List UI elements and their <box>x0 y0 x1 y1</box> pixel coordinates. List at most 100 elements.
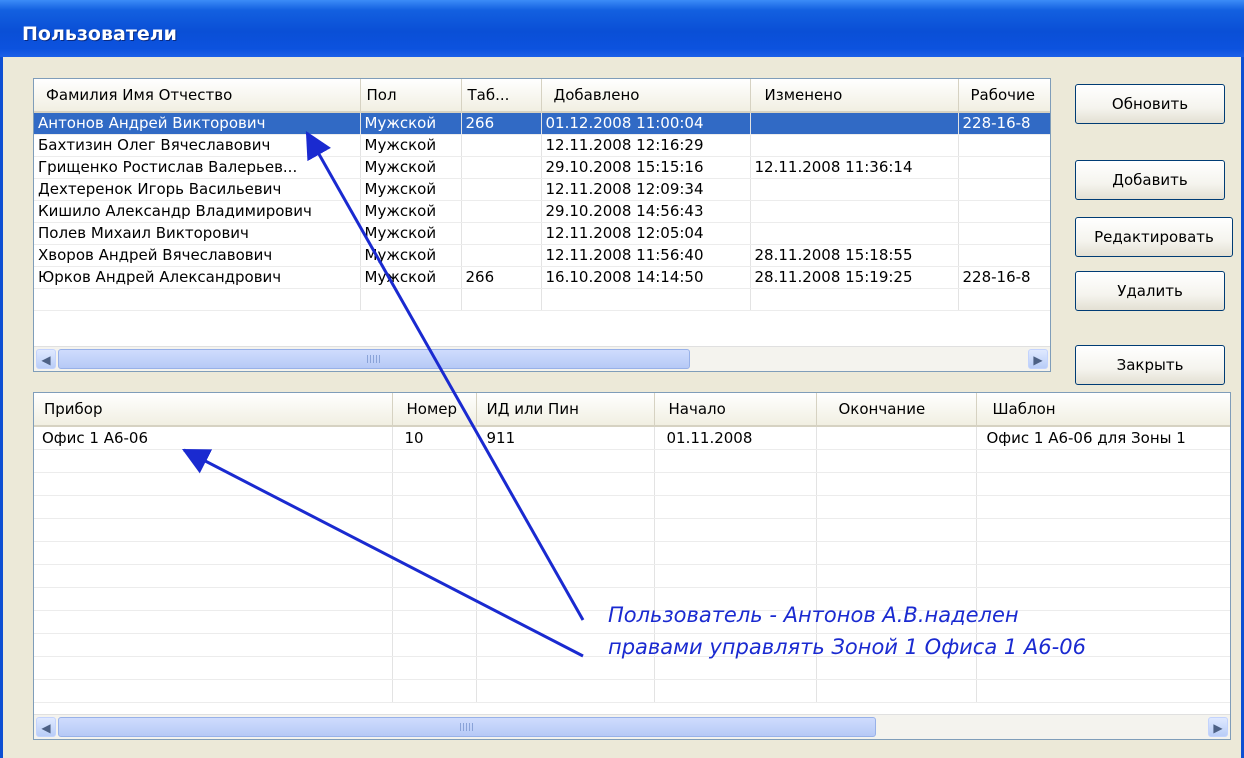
col-added[interactable]: Добавлено <box>541 79 751 113</box>
grip-icon <box>460 723 474 731</box>
delete-button[interactable]: Удалить <box>1075 271 1225 311</box>
user-tab <box>461 244 542 267</box>
add-button[interactable]: Добавить <box>1075 160 1225 200</box>
user-work <box>958 244 1050 267</box>
user-tab <box>461 156 542 179</box>
user-work <box>958 200 1050 223</box>
user-added: 12.11.2008 11:56:40 <box>541 244 751 267</box>
user-added: 16.10.2008 14:14:50 <box>541 266 751 289</box>
col-id-pin[interactable]: ИД или Пин <box>476 393 655 427</box>
device-row-empty <box>34 472 1230 496</box>
device-row-empty <box>34 564 1230 588</box>
user-work <box>958 222 1050 245</box>
user-row[interactable]: Антонов Андрей Викторович Мужской 266 01… <box>34 112 1050 135</box>
users-list[interactable]: Фамилия Имя Отчество Пол Таб... Добавлен… <box>33 78 1051 372</box>
user-changed <box>750 178 959 201</box>
user-tab <box>461 222 542 245</box>
devices-header-row: Прибор Номер ИД или Пин Начало Окончание… <box>34 393 1230 427</box>
user-work: 228-16-8 <box>958 112 1050 135</box>
user-name: Грищенко Ростислав Валерьев... <box>34 156 361 179</box>
chevron-left-icon[interactable]: ◀ <box>36 717 56 737</box>
col-fio[interactable]: Фамилия Имя Отчество <box>34 79 361 113</box>
user-changed <box>750 200 959 223</box>
user-work: 228-16-8 <box>958 266 1050 289</box>
user-row[interactable]: Юрков Андрей Александрович Мужской 266 1… <box>34 266 1050 289</box>
user-name: Бахтизин Олег Вячеславович <box>34 134 361 157</box>
user-sex: Мужской <box>360 266 462 289</box>
user-row[interactable]: Хворов Андрей Вячеславович Мужской 12.11… <box>34 244 1050 267</box>
user-sex: Мужской <box>360 178 462 201</box>
col-start[interactable]: Начало <box>654 393 817 427</box>
device-start: 01.11.2008 <box>654 426 817 450</box>
user-sex: Мужской <box>360 156 462 179</box>
col-tab[interactable]: Таб... <box>461 79 542 113</box>
users-hscrollbar[interactable]: ◀ ▶ <box>34 346 1050 371</box>
user-changed: 12.11.2008 11:36:14 <box>750 156 959 179</box>
device-template: Офис 1 А6-06 для Зоны 1 <box>976 426 1230 450</box>
user-added: 29.10.2008 15:15:16 <box>541 156 751 179</box>
user-added: 12.11.2008 12:16:29 <box>541 134 751 157</box>
devices-hscrollbar[interactable]: ◀ ▶ <box>34 714 1230 739</box>
grip-icon <box>367 355 381 363</box>
devices-list[interactable]: Прибор Номер ИД или Пин Начало Окончание… <box>33 392 1231 740</box>
user-row[interactable]: Полев Михаил Викторович Мужской 12.11.20… <box>34 222 1050 245</box>
users-window: Пользователи Фамилия Имя Отчество Пол Та… <box>0 0 1244 758</box>
users-header-row: Фамилия Имя Отчество Пол Таб... Добавлен… <box>34 79 1050 113</box>
refresh-button[interactable]: Обновить <box>1075 84 1225 124</box>
annotation-line-2: правами управлять Зоной 1 Офиса 1 А6-06 <box>608 635 1086 659</box>
chevron-right-icon[interactable]: ▶ <box>1028 349 1048 369</box>
chevron-right-icon[interactable]: ▶ <box>1208 717 1228 737</box>
window-title: Пользователи <box>22 23 177 45</box>
user-name: Полев Михаил Викторович <box>34 222 361 245</box>
user-added: 01.12.2008 11:00:04 <box>541 112 751 135</box>
user-work <box>958 134 1050 157</box>
annotation-text: Пользователь - Антонов А.В.наделен права… <box>608 599 1086 663</box>
device-row-empty <box>34 679 1230 703</box>
edit-button[interactable]: Редактировать <box>1075 217 1233 257</box>
users-scroll-thumb[interactable] <box>58 349 690 369</box>
user-sex: Мужской <box>360 134 462 157</box>
col-device[interactable]: Прибор <box>34 393 393 427</box>
user-row[interactable]: Дехтеренок Игорь Васильевич Мужской 12.1… <box>34 178 1050 201</box>
user-changed <box>750 222 959 245</box>
title-bar[interactable]: Пользователи <box>0 0 1244 57</box>
col-template[interactable]: Шаблон <box>976 393 1230 427</box>
devices-scroll-thumb[interactable] <box>58 717 876 737</box>
device-name: Офис 1 А6-06 <box>34 426 393 450</box>
user-work <box>958 156 1050 179</box>
user-work <box>958 178 1050 201</box>
col-sex[interactable]: Пол <box>360 79 462 113</box>
user-tab: 266 <box>461 266 542 289</box>
user-added: 12.11.2008 12:09:34 <box>541 178 751 201</box>
device-row-empty <box>34 518 1230 542</box>
user-changed <box>750 112 959 135</box>
device-end <box>816 426 977 450</box>
user-tab <box>461 178 542 201</box>
user-row[interactable]: Бахтизин Олег Вячеславович Мужской 12.11… <box>34 134 1050 157</box>
users-table: Фамилия Имя Отчество Пол Таб... Добавлен… <box>34 79 1050 311</box>
device-id-pin: 911 <box>476 426 655 450</box>
user-name: Дехтеренок Игорь Васильевич <box>34 178 361 201</box>
user-sex: Мужской <box>360 244 462 267</box>
chevron-left-icon[interactable]: ◀ <box>36 349 56 369</box>
device-row-empty <box>34 541 1230 565</box>
device-row-empty <box>34 449 1230 473</box>
user-added: 12.11.2008 12:05:04 <box>541 222 751 245</box>
user-tab: 266 <box>461 112 542 135</box>
user-sex: Мужской <box>360 222 462 245</box>
col-changed[interactable]: Изменено <box>750 79 959 113</box>
device-row-empty <box>34 495 1230 519</box>
col-end[interactable]: Окончание <box>816 393 977 427</box>
col-number[interactable]: Номер <box>392 393 477 427</box>
close-button[interactable]: Закрыть <box>1075 345 1225 385</box>
user-row-empty <box>34 288 1050 311</box>
col-work[interactable]: Рабочие <box>958 79 1050 113</box>
user-name: Юрков Андрей Александрович <box>34 266 361 289</box>
user-added: 29.10.2008 14:56:43 <box>541 200 751 223</box>
user-row[interactable]: Грищенко Ростислав Валерьев... Мужской 2… <box>34 156 1050 179</box>
user-name: Хворов Андрей Вячеславович <box>34 244 361 267</box>
device-row[interactable]: Офис 1 А6-06 10 911 01.11.2008 Офис 1 А6… <box>34 426 1230 450</box>
annotation-line-1: Пользователь - Антонов А.В.наделен <box>608 603 1019 627</box>
user-row[interactable]: Кишило Александр Владимирович Мужской 29… <box>34 200 1050 223</box>
user-changed <box>750 134 959 157</box>
